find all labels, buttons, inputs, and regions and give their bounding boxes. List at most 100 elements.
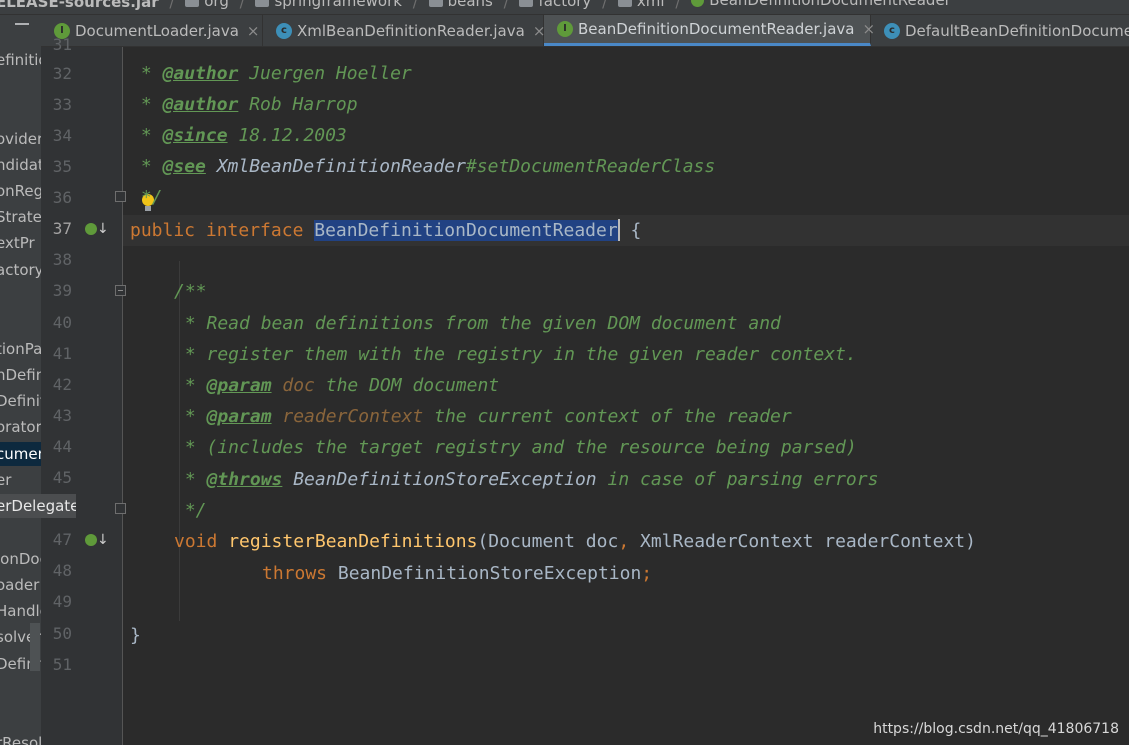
tree-item[interactable]: ovider [0, 127, 41, 151]
code-line-42: * @param doc the DOM document [174, 375, 500, 396]
code-line-34: * @since 18.12.2003 [130, 125, 347, 146]
line-number: 31 [52, 35, 72, 54]
tree-item[interactable]: actory [0, 258, 41, 282]
code-line-40: * Read bean definitions from the given D… [174, 313, 781, 334]
tree-item[interactable]: orator [0, 415, 41, 439]
tree-item[interactable]: Strate [0, 205, 41, 229]
code-line-46: */ [174, 500, 207, 521]
project-tree-panel: efinition ovider ndidat onReg Strate ext… [0, 15, 41, 745]
tab-bean-definition-document-reader[interactable]: BeanDefinitionDocumentReader.java × [544, 15, 875, 46]
breadcrumb-label: org [204, 0, 229, 10]
tab-xml-bean-definition-reader[interactable]: XmlBeanDefinitionReader.java × [263, 15, 545, 46]
folder-icon [519, 0, 534, 7]
line-number: 38 [52, 250, 72, 269]
breadcrumb-separator: / [503, 0, 509, 11]
breadcrumb-label: factory [538, 0, 592, 10]
breadcrumb-item-org[interactable]: org [185, 0, 229, 10]
tree-item[interactable]: extPr [0, 231, 41, 255]
tree-item[interactable]: Handle [0, 599, 41, 623]
line-number-current: 37 [52, 219, 72, 238]
line-number: 42 [52, 375, 72, 394]
implemented-by-icon[interactable]: ↓ [85, 221, 109, 239]
tree-item[interactable]: ndidat [0, 153, 41, 177]
tree-item[interactable]: rResol [0, 731, 41, 745]
breadcrumb-label: beans [447, 0, 493, 10]
breadcrumb-item-springframework[interactable]: springframework [255, 0, 402, 10]
line-number: 47 [52, 530, 72, 549]
line-number: 44 [52, 437, 72, 456]
tab-label: DocumentLoader.java [75, 21, 239, 40]
tab-default-bean-definition-document-reader[interactable]: DefaultBeanDefinitionDocumentReader.java [871, 15, 1129, 46]
selected-identifier: BeanDefinitionDocumentReader [314, 220, 618, 241]
code-line-48: throws BeanDefinitionStoreException; [262, 563, 653, 584]
line-number: 41 [52, 344, 72, 363]
breadcrumb-separator: / [412, 0, 418, 11]
tree-item[interactable]: Definit [0, 389, 41, 413]
breadcrumb-label: springframework [274, 0, 402, 10]
tab-label: BeanDefinitionDocumentReader.java [578, 20, 855, 38]
breadcrumb-separator: / [675, 0, 681, 11]
minimize-icon[interactable] [15, 23, 29, 25]
line-number: 35 [52, 157, 72, 176]
code-line-50: } [130, 625, 141, 646]
line-number: 39 [52, 281, 72, 300]
tree-item[interactable]: onReg [0, 179, 41, 203]
class-icon [884, 22, 900, 39]
line-number: 45 [52, 468, 72, 487]
code-editor[interactable]: * @author Juergen Hoeller * @author Rob … [123, 47, 1129, 745]
scrollbar-thumb[interactable] [30, 623, 40, 671]
folder-icon [428, 0, 443, 7]
code-line-43: * @param readerContext the current conte… [174, 406, 792, 427]
line-number: 48 [52, 561, 72, 580]
folder-icon [255, 0, 270, 7]
interface-icon [557, 21, 573, 37]
line-number: 50 [52, 624, 72, 643]
tree-item[interactable]: ionDoc [0, 547, 41, 571]
close-icon[interactable]: × [247, 22, 260, 40]
watermark: https://blog.csdn.net/qq_41806718 [873, 721, 1119, 737]
tree-item-selected[interactable]: cument [0, 442, 41, 466]
tree-item[interactable]: efinition [0, 48, 41, 72]
tab-label: DefaultBeanDefinitionDocumentReader.java [905, 21, 1129, 40]
implemented-by-icon[interactable]: ↓ [85, 532, 109, 550]
breadcrumb-separator: / [239, 0, 245, 11]
tree-item[interactable]: oader [0, 573, 41, 597]
code-line-32: * @author Juergen Hoeller [130, 63, 412, 84]
class-icon [276, 22, 292, 39]
folder-icon [617, 0, 632, 7]
tree-item-hovered[interactable]: erDelegate [0, 494, 76, 518]
code-line-33: * @author Rob Harrop [130, 94, 358, 115]
breadcrumb-item-jar[interactable]: ELEASE-sources.jar [0, 0, 159, 11]
breadcrumb: ELEASE-sources.jar / org / springframewo… [0, 0, 1129, 15]
tree-item[interactable]: tionPa [0, 337, 41, 361]
code-line-45: * @throws BeanDefinitionStoreException i… [174, 469, 879, 490]
code-line-39: /** [174, 281, 207, 302]
code-line-35: * @see XmlBeanDefinitionReader#setDocume… [130, 156, 716, 177]
line-number: 49 [52, 592, 72, 611]
tab-label: XmlBeanDefinitionReader.java [297, 21, 525, 40]
breadcrumb-item-factory[interactable]: factory [519, 0, 591, 10]
tab-document-loader[interactable]: DocumentLoader.java × [41, 15, 263, 46]
line-number: 43 [52, 406, 72, 425]
line-number: 51 [52, 655, 72, 674]
breadcrumb-label: BeanDefinitionDocumentReader [709, 0, 951, 9]
line-number: 36 [52, 188, 72, 207]
code-line-37: public interface BeanDefinitionDocumentR… [130, 218, 642, 241]
interface-icon [691, 0, 705, 7]
breadcrumb-separator: / [602, 0, 608, 11]
code-line-36: */ [130, 187, 163, 208]
line-number: 40 [52, 313, 72, 332]
breadcrumb-separator: / [169, 0, 175, 11]
tree-item[interactable]: nDefin [0, 363, 41, 387]
code-line-41: * register them with the registry in the… [174, 344, 857, 365]
breadcrumb-item-xml[interactable]: xml [617, 0, 665, 10]
line-number: 34 [52, 126, 72, 145]
tree-item[interactable]: er [0, 468, 41, 492]
breadcrumb-item-file[interactable]: BeanDefinitionDocumentReader [691, 0, 951, 9]
line-number: 33 [52, 95, 72, 114]
breadcrumb-item-beans[interactable]: beans [428, 0, 493, 10]
folder-icon [185, 0, 200, 7]
code-line-47: void registerBeanDefinitions(Document do… [174, 531, 976, 552]
editor-gutter: 31 32 33 34 35 36 37 38 39 40 41 42 43 4… [41, 35, 126, 745]
code-line-44: * (includes the target registry and the … [174, 437, 857, 458]
